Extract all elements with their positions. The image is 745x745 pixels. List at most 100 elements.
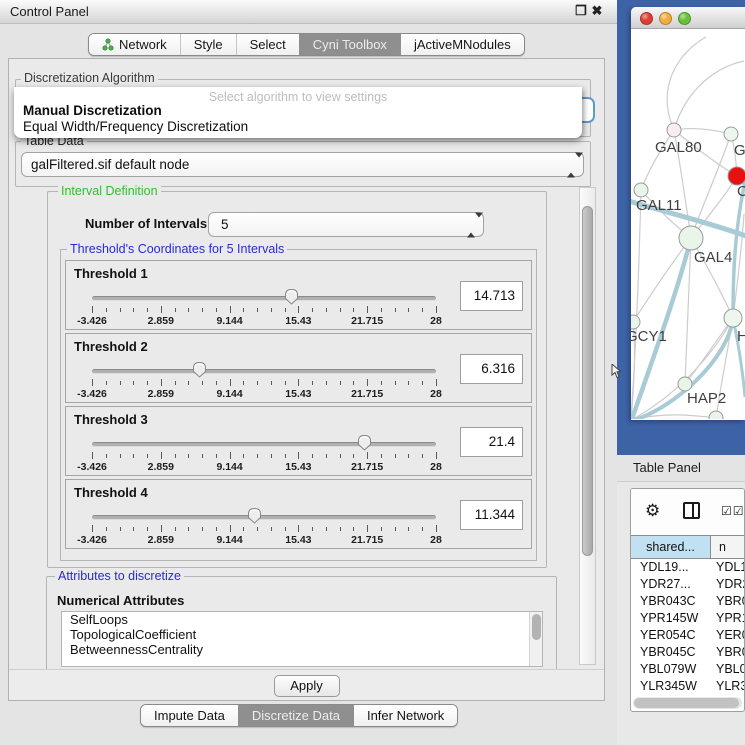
tab-impute-data[interactable]: Impute Data [141, 705, 238, 726]
cell-shared-name[interactable]: YBR043C [631, 594, 711, 611]
network-edge[interactable] [631, 190, 641, 417]
tick-mark [230, 306, 231, 313]
table-row[interactable]: YLR345WYLR3 [631, 679, 744, 696]
close-icon[interactable]: ✖ [590, 3, 604, 19]
tab-style[interactable]: Style [180, 34, 236, 55]
checkbox-icons[interactable]: ☑☑ [721, 504, 745, 518]
threshold-value-field[interactable]: 14.713 [460, 281, 523, 311]
bottom-node[interactable] [709, 411, 723, 419]
tab-discretize-data[interactable]: Discretize Data [238, 705, 353, 726]
gal80-node[interactable] [667, 123, 681, 137]
tick-label: 9.144 [216, 388, 242, 400]
table-horizontal-scrollbar-thumb[interactable] [634, 698, 739, 708]
cell-name[interactable]: YBL0 [711, 662, 744, 679]
cell-shared-name[interactable]: YPR145W [631, 611, 711, 628]
network-edge[interactable] [674, 129, 731, 134]
table-row[interactable]: YPR145WYPR1 [631, 611, 744, 628]
zoom-traffic-light-icon[interactable] [678, 12, 691, 25]
attribute-list-item[interactable]: TopologicalCoefficient [62, 627, 542, 642]
cell-shared-name[interactable]: YBR045C [631, 645, 711, 662]
cell-name[interactable]: YBR0 [711, 594, 744, 611]
network-edge[interactable] [667, 37, 706, 130]
table-row[interactable]: YBL079WYBL0 [631, 662, 744, 679]
cell-shared-name[interactable]: YLR345W [631, 679, 711, 696]
slider-thumb[interactable] [357, 434, 372, 451]
dropdown-option-manual[interactable]: Manual Discretization [14, 103, 582, 119]
slider-track[interactable] [92, 369, 436, 374]
panel-scrollbar[interactable] [579, 187, 596, 665]
slider-track[interactable] [92, 442, 436, 447]
h-node[interactable] [724, 309, 742, 327]
tab-infer-network[interactable]: Infer Network [353, 705, 457, 726]
slider-track[interactable] [92, 296, 436, 301]
cell-shared-name[interactable]: YER054C [631, 628, 711, 645]
tick-mark [106, 308, 107, 312]
table-row[interactable]: YDL19...YDL1 [631, 560, 744, 577]
top-right-node[interactable] [724, 127, 738, 141]
slider-track[interactable] [92, 515, 436, 520]
column-header-shared[interactable]: shared... [631, 536, 711, 558]
numerical-attributes-heading: Numerical Attributes [57, 593, 184, 608]
cell-name[interactable]: YPR1 [711, 611, 744, 628]
tab-jactivemnodules[interactable]: jActiveMNodules [400, 34, 524, 55]
threshold-slider[interactable]: -3.4262.8599.14415.4321.71528 [92, 506, 436, 548]
columns-icon[interactable] [683, 502, 700, 519]
tick-mark [92, 379, 93, 386]
slider-thumb[interactable] [247, 507, 262, 524]
cell-shared-name[interactable]: YDL19... [631, 560, 711, 577]
table-horizontal-scrollbar[interactable] [633, 697, 742, 709]
threshold-slider[interactable]: -3.4262.8599.14415.4321.71528 [92, 433, 436, 475]
attribute-list-item[interactable]: BetweennessCentrality [62, 642, 542, 657]
dropdown-option-equal-width[interactable]: Equal Width/Frequency Discretization [14, 119, 582, 135]
network-edge[interactable] [685, 318, 733, 384]
gal4-node[interactable] [679, 226, 703, 250]
algorithm-dropdown-popup: Select algorithm to view settings Manual… [14, 87, 582, 138]
cell-name[interactable]: YDL1 [711, 560, 744, 577]
attributes-list-scrollbar[interactable] [529, 612, 542, 666]
cell-name[interactable]: YLR3 [711, 679, 744, 696]
network-canvas[interactable]: GAL80GACGAL11GAL4GCY1HHAP2 [631, 29, 745, 419]
column-header-name[interactable]: n [711, 536, 744, 558]
cell-shared-name[interactable]: YBL079W [631, 662, 711, 679]
cell-name[interactable]: YBR0 [711, 645, 744, 662]
tick-mark [175, 308, 176, 312]
close-traffic-light-icon[interactable] [640, 12, 653, 25]
panel-scrollbar-thumb[interactable] [582, 206, 593, 556]
table-row[interactable]: YBR043CYBR0 [631, 594, 744, 611]
gear-icon[interactable]: ⚙ [645, 501, 660, 521]
tick-mark [436, 452, 437, 459]
mouse-cursor [611, 364, 622, 379]
tab-network[interactable]: Network [89, 34, 180, 55]
table-row[interactable]: YBR045CYBR0 [631, 645, 744, 662]
tick-mark [257, 527, 258, 531]
attribute-list-item[interactable]: SelfLoops [62, 612, 542, 627]
attributes-list-scrollbar-thumb[interactable] [532, 614, 541, 640]
cell-name[interactable]: YDR2 [711, 577, 744, 594]
threshold-value-field[interactable]: 6.316 [460, 354, 523, 384]
threshold-value-field[interactable]: 21.4 [460, 427, 523, 457]
threshold-slider[interactable]: -3.4262.8599.14415.4321.71528 [92, 287, 436, 329]
minimize-traffic-light-icon[interactable] [659, 12, 672, 25]
apply-button[interactable]: Apply [274, 675, 340, 697]
threshold-value-field[interactable]: 11.344 [460, 500, 523, 530]
cell-shared-name[interactable]: YDR27... [631, 577, 711, 594]
slider-thumb[interactable] [284, 288, 299, 305]
table-row[interactable]: YER054CYER0 [631, 628, 744, 645]
tab-cyni-toolbox[interactable]: Cyni Toolbox [299, 34, 400, 55]
gal11-node[interactable] [634, 183, 648, 197]
threshold-slider[interactable]: -3.4262.8599.14415.4321.71528 [92, 360, 436, 402]
table-data-combobox[interactable]: galFiltered.sif default node [21, 152, 584, 177]
table-row[interactable]: YDR27...YDR2 [631, 577, 744, 594]
gcy1-node[interactable] [631, 315, 640, 329]
hap2-node[interactable] [678, 377, 692, 391]
tab-select[interactable]: Select [236, 34, 299, 55]
float-window-icon[interactable]: ❐ [574, 3, 588, 19]
network-edge[interactable] [674, 61, 744, 130]
tick-label: 15.43 [285, 315, 311, 327]
network-edge[interactable] [633, 238, 691, 322]
number-of-intervals-combobox[interactable]: 5 [208, 212, 484, 237]
tick-mark [422, 381, 423, 385]
cell-name[interactable]: YER0 [711, 628, 744, 645]
network-edge[interactable] [733, 181, 745, 318]
slider-thumb[interactable] [192, 361, 207, 378]
